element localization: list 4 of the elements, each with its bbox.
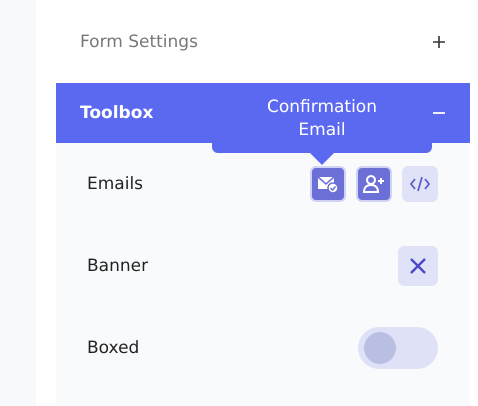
row-label: Banner <box>87 256 148 276</box>
row-label: Boxed <box>87 338 140 358</box>
row-label: Emails <box>87 174 144 194</box>
section-title: Form Settings <box>80 32 198 52</box>
